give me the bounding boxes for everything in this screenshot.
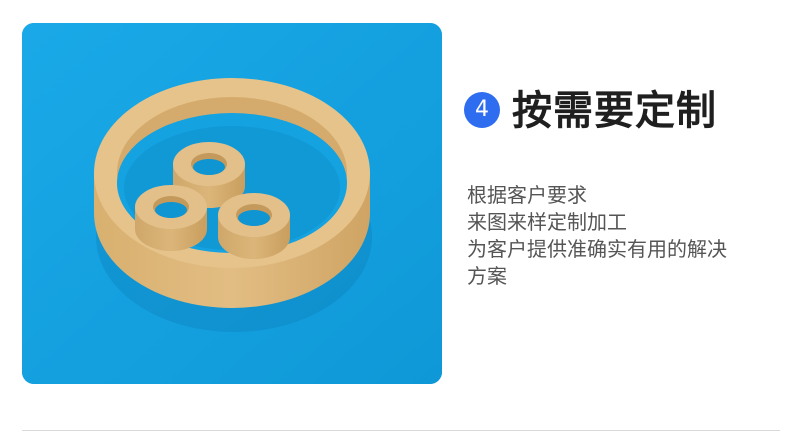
feature-title: 按需要定制 [512, 88, 717, 134]
step-number-badge: 4 [464, 92, 500, 128]
description-line: 根据客户要求 [467, 183, 587, 207]
feature-description: 根据客户要求 来图来样定制加工 为客户提供准确实有用的解决 方案 [467, 182, 767, 290]
small-ring-left [135, 185, 207, 251]
description-line: 方案 [467, 264, 507, 288]
description-line: 来图来样定制加工 [467, 210, 627, 234]
product-feature-section: 4 按需要定制 根据客户要求 来图来样定制加工 为客户提供准确实有用的解决 方案 [0, 0, 790, 446]
ceramic-rings-image [22, 23, 442, 384]
section-divider [22, 430, 780, 431]
small-ring-right [218, 193, 290, 259]
description-line: 为客户提供准确实有用的解决 [467, 237, 727, 261]
product-photo [22, 23, 442, 384]
